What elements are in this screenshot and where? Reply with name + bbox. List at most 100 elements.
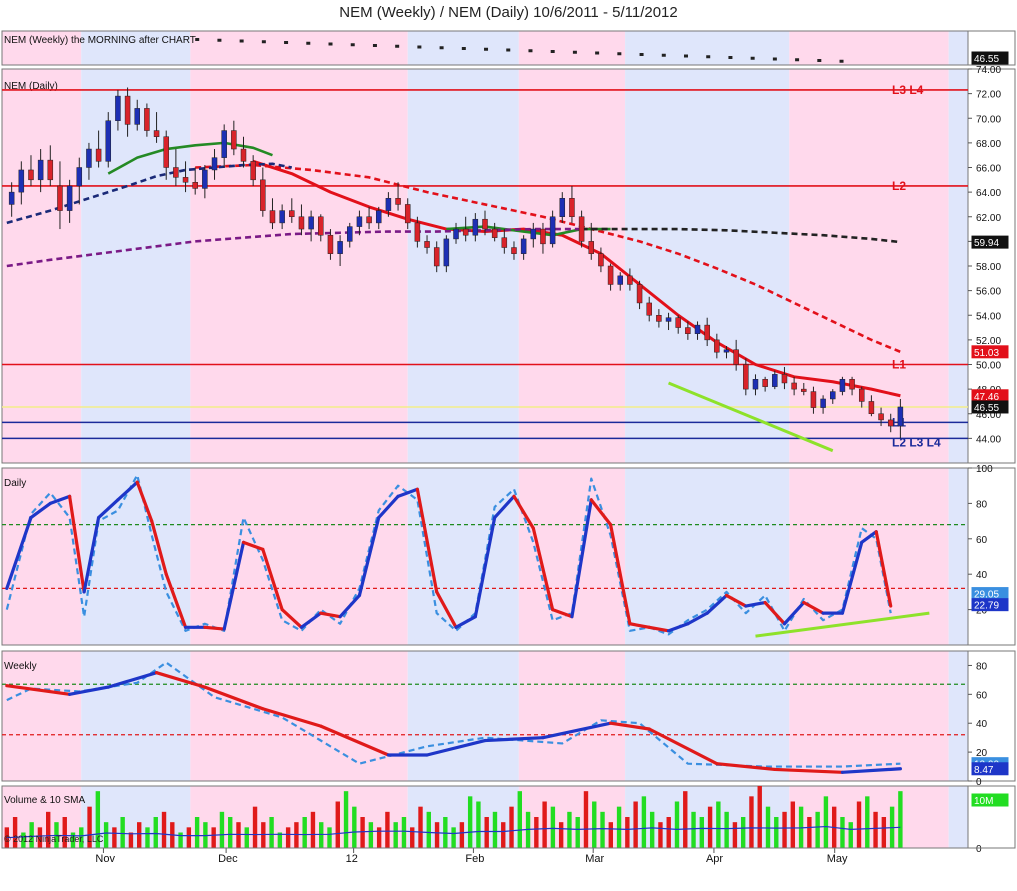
volume-bar: [418, 806, 423, 848]
candle-body: [76, 167, 83, 187]
volume-bar: [319, 822, 324, 848]
candle-body: [704, 324, 710, 341]
volume-bar: [120, 817, 125, 848]
volume-bar: [856, 801, 862, 848]
candle-body: [95, 148, 102, 162]
candle-body: [202, 169, 208, 189]
volume-bar: [740, 817, 746, 848]
candle-body: [327, 234, 334, 254]
candle-body: [182, 177, 189, 183]
volume-bar: [782, 811, 787, 848]
volume-bar: [327, 827, 332, 848]
daily-price-tick-label: 62.00: [976, 213, 1001, 224]
candle-body: [578, 216, 585, 242]
volume-bar: [848, 822, 853, 848]
volume-bar: [352, 806, 357, 848]
daily-price-tick-label: 54.00: [976, 311, 1001, 322]
volume-bar: [112, 827, 117, 848]
x-tick-label: Apr: [706, 853, 723, 865]
volume-bar: [335, 801, 340, 848]
candle-body: [231, 130, 237, 150]
candle-body: [269, 210, 276, 224]
candle-body: [781, 374, 788, 384]
volume-bar: [724, 811, 729, 848]
volume-bar: [749, 796, 754, 848]
candle-body: [520, 238, 527, 254]
candle-body: [124, 95, 131, 125]
candle-body: [37, 159, 44, 181]
volume-bar: [575, 817, 580, 848]
candle-body: [820, 398, 826, 408]
volume-bar: [244, 827, 249, 848]
daily-stochastic-axis: [967, 467, 1016, 646]
candle-body: [347, 226, 353, 242]
x-tick-label: Feb: [465, 853, 484, 865]
candle-body: [105, 120, 112, 162]
volume-bar: [137, 822, 142, 848]
weekly-strip-marker: [795, 58, 800, 62]
daily-price-band: [948, 69, 968, 463]
volume-bar: [161, 811, 167, 848]
volume-bar: [401, 817, 407, 848]
weekly-strip-marker: [217, 38, 222, 42]
weekly-strip-badge: 46.55: [974, 54, 999, 65]
candle-body: [308, 216, 314, 230]
candle-body: [752, 379, 759, 390]
candle-body: [115, 95, 121, 121]
volume-bar: [252, 806, 258, 848]
candle-body: [733, 349, 739, 365]
weekly-strip-marker: [261, 40, 266, 44]
candle-body: [791, 382, 797, 390]
daily-stochastic-band: [789, 468, 949, 645]
candle-body: [482, 218, 488, 230]
candle-body: [540, 228, 546, 245]
candle-body: [868, 401, 875, 414]
daily-price-tick-label: 50.00: [976, 361, 1001, 372]
weekly-strip-marker: [417, 45, 422, 49]
candle-body: [289, 210, 295, 217]
x-tick-label: Mar: [585, 853, 604, 865]
candle-body: [375, 210, 382, 224]
candle-body: [153, 130, 160, 137]
weekly-strip-marker: [239, 39, 244, 43]
price-badge: 46.55: [974, 403, 999, 414]
volume-bar: [393, 822, 398, 848]
volume-bar: [310, 811, 316, 848]
weekly-stochastic-panel: Weekly02040608012.008.47: [1, 650, 1016, 788]
candle-body: [839, 379, 846, 392]
candle-body: [830, 391, 836, 400]
daily-price-band: [190, 69, 408, 463]
candle-body: [250, 161, 256, 181]
daily-stochastic-panel: Daily2040608010029.0522.79: [1, 464, 1016, 646]
volume-bar: [443, 817, 448, 848]
volume-bar: [881, 817, 887, 848]
candle-body: [366, 216, 372, 224]
volume-bar: [509, 806, 514, 848]
candle-body: [714, 339, 720, 353]
volume-bar: [517, 791, 522, 848]
volume-bar: [194, 817, 200, 848]
weekly-strip-marker: [750, 56, 755, 60]
volume-bar: [716, 801, 721, 848]
weekly-strip-marker: [484, 47, 489, 51]
weekly-strip-marker: [572, 50, 577, 54]
daily-price-tick-label: 68.00: [976, 139, 1001, 150]
volume-bar: [649, 811, 655, 848]
x-axis: Nov Dec 12 Feb Mar Apr May: [2, 847, 1015, 865]
weekly-stochastic-band: [190, 651, 408, 781]
candle-body: [395, 198, 401, 205]
daily-stochastic-band: [81, 468, 191, 645]
daily-stochastic-k-segment: [203, 625, 226, 631]
volume-bar: [757, 786, 762, 848]
candle-body: [443, 238, 450, 267]
volume-bar: [658, 822, 663, 848]
weekly-strip-marker: [728, 56, 733, 59]
candle-body: [617, 275, 623, 285]
volume-bar: [219, 811, 225, 848]
weekly-strip-band: [789, 31, 949, 65]
volume-bar: [674, 801, 680, 848]
volume-bar: [592, 801, 597, 848]
weekly-strip-marker: [439, 46, 444, 50]
candle-body: [694, 324, 701, 334]
candle-body: [772, 374, 778, 387]
